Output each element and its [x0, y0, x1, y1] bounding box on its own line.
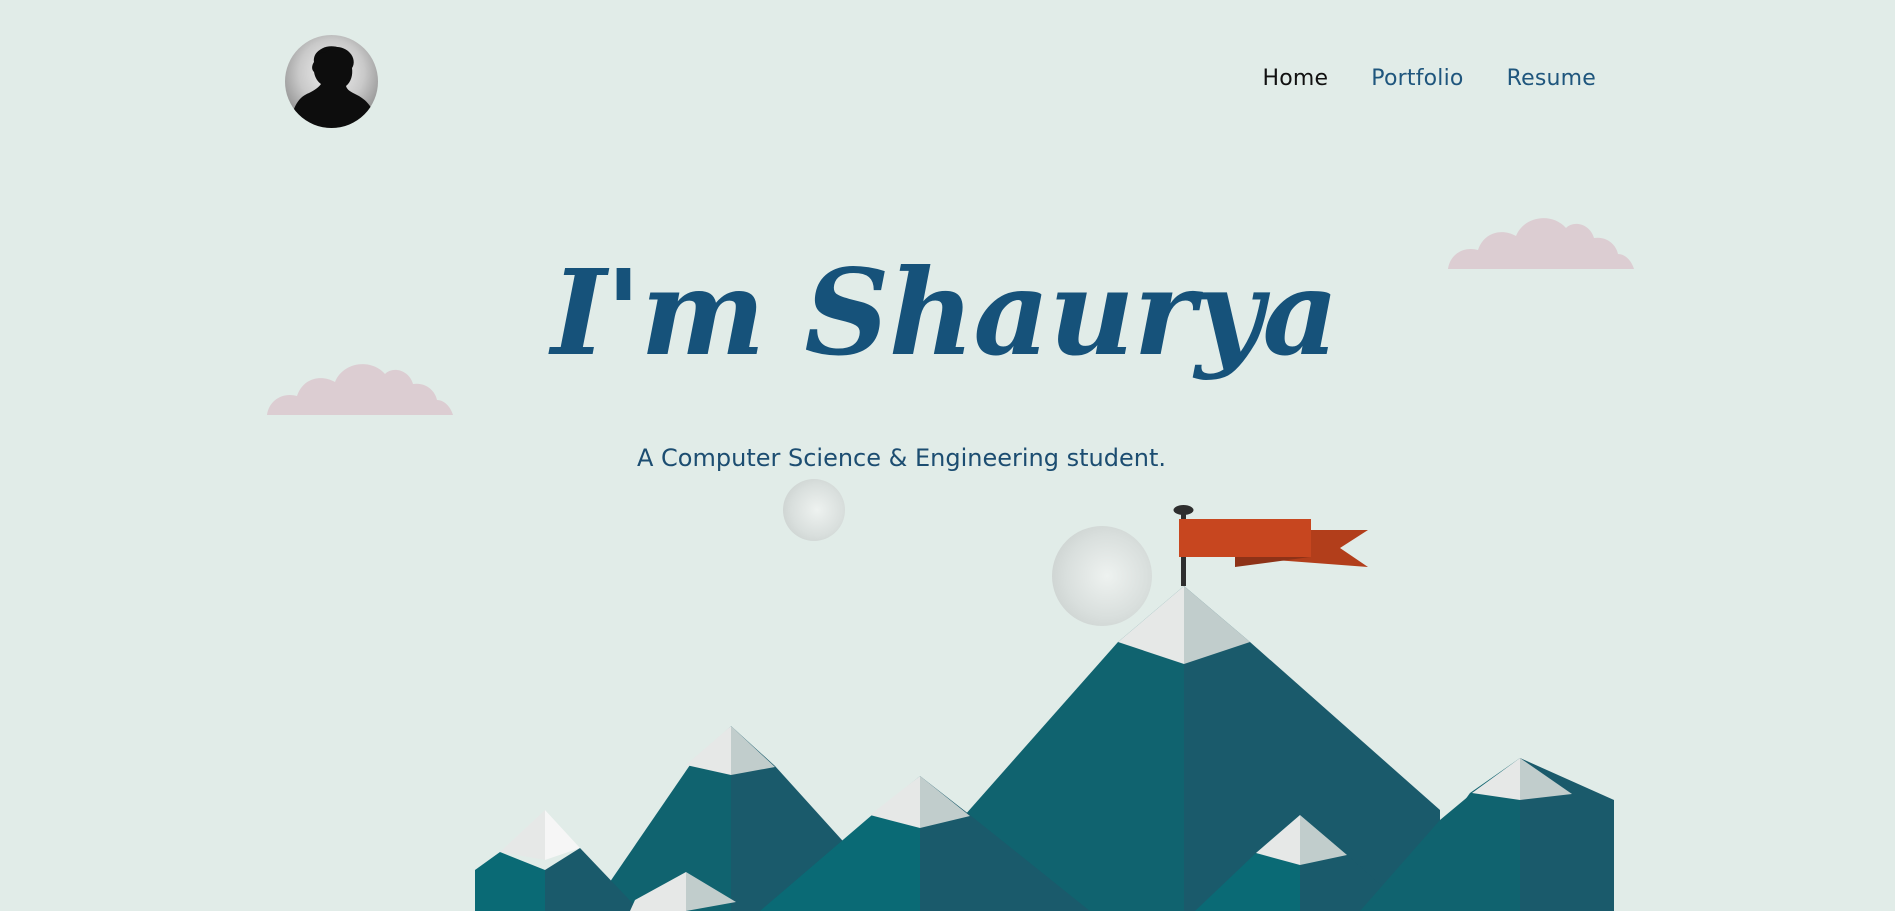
flag-icon: [1173, 505, 1368, 586]
mountains-illustration: [475, 505, 1614, 911]
home-page: Home Portfolio Resume I'm Shaurya A Comp…: [0, 0, 1895, 911]
